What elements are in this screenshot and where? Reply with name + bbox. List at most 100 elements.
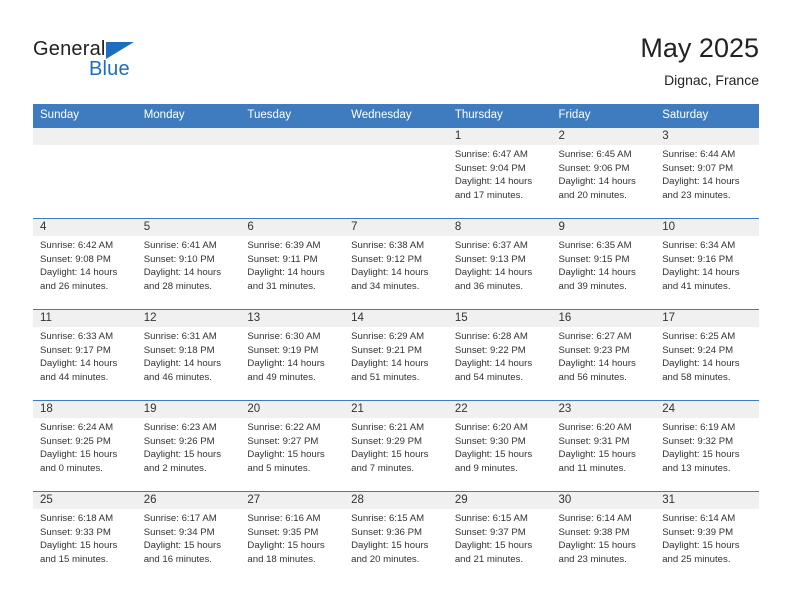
daylight-text-line2: and 51 minutes. [351, 371, 420, 383]
day-cell[interactable]: 2 Sunrise: 6:45 AM Sunset: 9:06 PM Daylight… [551, 127, 656, 219]
daylight-text-line2: and 20 minutes. [558, 189, 627, 201]
weekday-header-tuesday: Tuesday [240, 104, 345, 128]
calendar-week-row: 18 Sunrise: 6:24 AM Sunset: 9:25 PM Dayligh… [33, 400, 759, 492]
day-cell-empty [344, 127, 448, 219]
daylight-text-line1: Daylight: 15 hours [351, 449, 429, 461]
sunset-text: Sunset: 9:07 PM [662, 162, 734, 174]
daylight-text-line1: Daylight: 14 hours [143, 267, 222, 279]
day-cell[interactable]: 12 Sunrise: 6:31 AM Sunset: 9:18 PM Dayligh… [136, 309, 241, 401]
sunset-text: Sunset: 9:24 PM [662, 344, 734, 356]
day-cell[interactable]: 5 Sunrise: 6:41 AM Sunset: 9:10 PM Daylight… [136, 218, 241, 310]
daylight-text-line2: and 23 minutes. [662, 189, 731, 201]
day-cell[interactable]: 24 Sunrise: 6:19 AM Sunset: 9:32 PM Dayligh… [655, 400, 759, 492]
daylight-text-line1: Daylight: 14 hours [662, 358, 740, 370]
day-cell[interactable]: 4 Sunrise: 6:42 AM Sunset: 9:08 PM Daylight… [33, 218, 137, 310]
daylight-text-line1: Daylight: 15 hours [40, 449, 118, 461]
day-details: Sunrise: 6:34 AM Sunset: 9:16 PM Daylight:… [655, 236, 759, 293]
day-details: Sunrise: 6:15 AM Sunset: 9:37 PM Daylight:… [448, 509, 552, 566]
daylight-text-line2: and 11 minutes. [558, 462, 627, 474]
day-details: Sunrise: 6:33 AM Sunset: 9:17 PM Daylight:… [33, 327, 137, 384]
day-number: 4 [33, 219, 137, 236]
daylight-text-line1: Daylight: 14 hours [454, 358, 533, 370]
day-cell-empty [240, 127, 345, 219]
day-cell[interactable]: 26 Sunrise: 6:17 AM Sunset: 9:34 PM Dayligh… [136, 491, 241, 582]
day-cell[interactable]: 22 Sunrise: 6:20 AM Sunset: 9:30 PM Dayligh… [447, 400, 552, 492]
day-cell[interactable]: 9 Sunrise: 6:35 AM Sunset: 9:15 PM Daylight… [551, 218, 656, 310]
sunrise-text: Sunrise: 6:17 AM [143, 513, 217, 524]
day-cell[interactable]: 29 Sunrise: 6:15 AM Sunset: 9:37 PM Dayligh… [447, 491, 552, 582]
sunset-text: Sunset: 9:16 PM [662, 253, 734, 265]
sunset-text: Sunset: 9:36 PM [351, 526, 423, 538]
day-number: 3 [655, 128, 759, 145]
day-cell[interactable]: 18 Sunrise: 6:24 AM Sunset: 9:25 PM Dayligh… [33, 400, 137, 492]
sunrise-text: Sunrise: 6:14 AM [558, 513, 632, 524]
day-details: Sunrise: 6:39 AM Sunset: 9:11 PM Daylight:… [240, 236, 344, 293]
day-number: 27 [240, 492, 345, 509]
day-cell[interactable]: 13 Sunrise: 6:30 AM Sunset: 9:19 PM Dayligh… [240, 309, 345, 401]
day-cell[interactable]: 17 Sunrise: 6:25 AM Sunset: 9:24 PM Dayligh… [655, 309, 759, 401]
sunset-text: Sunset: 9:11 PM [247, 253, 318, 265]
day-cell[interactable]: 19 Sunrise: 6:23 AM Sunset: 9:26 PM Dayligh… [136, 400, 241, 492]
day-cell[interactable]: 3 Sunrise: 6:44 AM Sunset: 9:07 PM Daylight… [655, 127, 759, 219]
sunrise-text: Sunrise: 6:34 AM [662, 240, 736, 251]
day-details: Sunrise: 6:19 AM Sunset: 9:32 PM Daylight:… [655, 418, 759, 475]
daylight-text-line1: Daylight: 14 hours [40, 267, 118, 279]
sunrise-text: Sunrise: 6:18 AM [40, 513, 114, 524]
sunrise-text: Sunrise: 6:22 AM [247, 422, 321, 433]
day-number: 13 [240, 310, 345, 327]
daylight-text-line2: and 31 minutes. [247, 280, 316, 292]
day-cell[interactable]: 30 Sunrise: 6:14 AM Sunset: 9:38 PM Dayligh… [551, 491, 656, 582]
daylight-text-line2: and 2 minutes. [143, 462, 207, 474]
day-cell[interactable]: 16 Sunrise: 6:27 AM Sunset: 9:23 PM Dayligh… [551, 309, 656, 401]
day-number: 1 [447, 128, 552, 145]
sunrise-text: Sunrise: 6:42 AM [40, 240, 114, 251]
day-number: 29 [447, 492, 552, 509]
day-cell[interactable]: 14 Sunrise: 6:29 AM Sunset: 9:21 PM Dayligh… [344, 309, 448, 401]
daylight-text-line2: and 15 minutes. [40, 553, 109, 565]
day-number: 14 [344, 310, 448, 327]
day-cell[interactable]: 6 Sunrise: 6:39 AM Sunset: 9:11 PM Daylight… [240, 218, 345, 310]
daylight-text-line2: and 44 minutes. [40, 371, 109, 383]
sunset-text: Sunset: 9:23 PM [558, 344, 630, 356]
daylight-text-line2: and 25 minutes. [662, 553, 731, 565]
day-cell[interactable]: 28 Sunrise: 6:15 AM Sunset: 9:36 PM Dayligh… [344, 491, 448, 582]
daylight-text-line2: and 34 minutes. [351, 280, 420, 292]
daylight-text-line1: Daylight: 14 hours [351, 358, 429, 370]
day-cell[interactable]: 1 Sunrise: 6:47 AM Sunset: 9:04 PM Daylight… [447, 127, 552, 219]
day-cell[interactable]: 27 Sunrise: 6:16 AM Sunset: 9:35 PM Dayligh… [240, 491, 345, 582]
day-cell[interactable]: 11 Sunrise: 6:33 AM Sunset: 9:17 PM Dayligh… [33, 309, 137, 401]
sunrise-text: Sunrise: 6:20 AM [454, 422, 528, 433]
daylight-text-line2: and 13 minutes. [662, 462, 731, 474]
day-details: Sunrise: 6:23 AM Sunset: 9:26 PM Daylight:… [137, 418, 241, 475]
sunset-text: Sunset: 9:39 PM [662, 526, 734, 538]
day-cell[interactable]: 23 Sunrise: 6:20 AM Sunset: 9:31 PM Dayligh… [551, 400, 656, 492]
daylight-text-line1: Daylight: 15 hours [143, 449, 222, 461]
day-cell[interactable]: 8 Sunrise: 6:37 AM Sunset: 9:13 PM Daylight… [447, 218, 552, 310]
daylight-text-line2: and 18 minutes. [247, 553, 316, 565]
weekday-header-sunday: Sunday [33, 104, 137, 128]
general-blue-logo[interactable]: General Blue [33, 38, 163, 86]
day-details: Sunrise: 6:21 AM Sunset: 9:29 PM Daylight:… [344, 418, 448, 475]
daylight-text-line2: and 49 minutes. [247, 371, 316, 383]
sunrise-text: Sunrise: 6:39 AM [247, 240, 321, 251]
sunrise-text: Sunrise: 6:30 AM [247, 331, 321, 342]
location-subtitle: Dignac, France [664, 72, 759, 88]
day-details: Sunrise: 6:18 AM Sunset: 9:33 PM Daylight:… [33, 509, 137, 566]
day-cell[interactable]: 25 Sunrise: 6:18 AM Sunset: 9:33 PM Dayligh… [33, 491, 137, 582]
daylight-text-line1: Daylight: 15 hours [558, 449, 636, 461]
day-cell[interactable]: 20 Sunrise: 6:22 AM Sunset: 9:27 PM Dayligh… [240, 400, 345, 492]
day-details: Sunrise: 6:37 AM Sunset: 9:13 PM Daylight:… [448, 236, 552, 293]
day-number: 28 [344, 492, 448, 509]
day-cell[interactable]: 7 Sunrise: 6:38 AM Sunset: 9:12 PM Daylight… [344, 218, 448, 310]
daylight-text-line1: Daylight: 14 hours [454, 176, 533, 188]
sunset-text: Sunset: 9:21 PM [351, 344, 423, 356]
daylight-text-line1: Daylight: 15 hours [247, 540, 325, 552]
daylight-text-line1: Daylight: 15 hours [40, 540, 118, 552]
day-cell[interactable]: 21 Sunrise: 6:21 AM Sunset: 9:29 PM Dayligh… [344, 400, 448, 492]
day-cell[interactable]: 10 Sunrise: 6:34 AM Sunset: 9:16 PM Dayligh… [655, 218, 759, 310]
day-cell[interactable]: 31 Sunrise: 6:14 AM Sunset: 9:39 PM Dayligh… [655, 491, 759, 582]
sunrise-text: Sunrise: 6:27 AM [558, 331, 632, 342]
sunrise-text: Sunrise: 6:14 AM [662, 513, 736, 524]
page-header: General Blue May 2025 Dignac, France [0, 0, 792, 104]
day-cell[interactable]: 15 Sunrise: 6:28 AM Sunset: 9:22 PM Dayligh… [447, 309, 552, 401]
